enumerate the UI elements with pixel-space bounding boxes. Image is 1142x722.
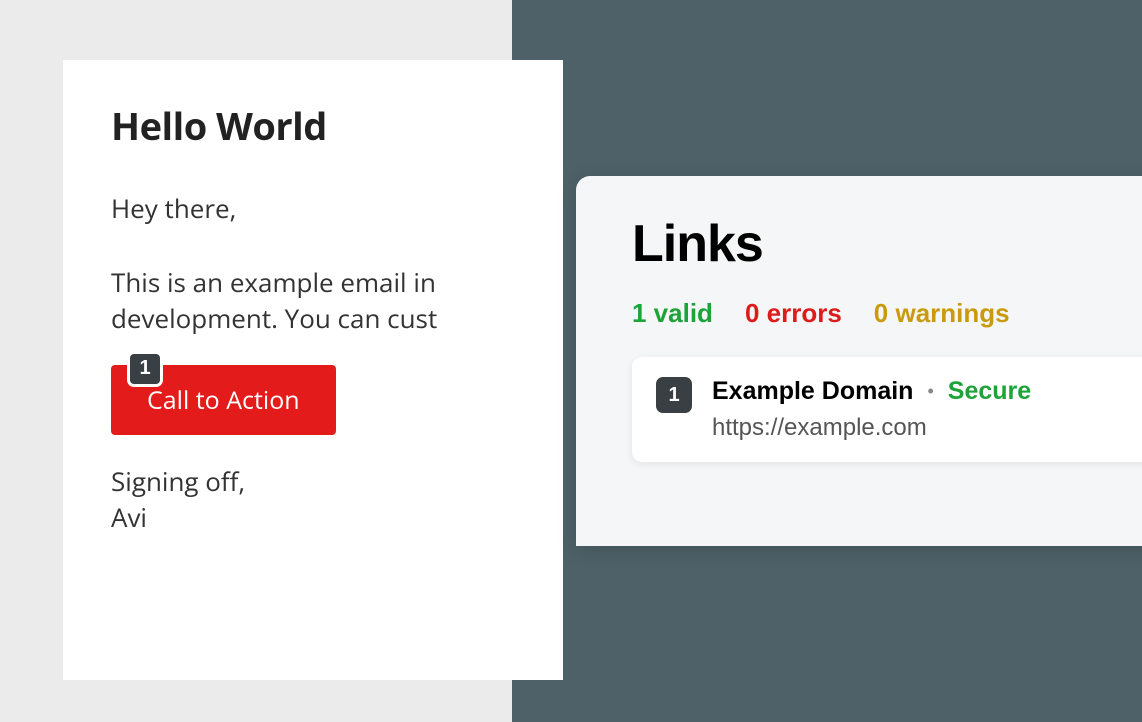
- link-domain-name: Example Domain: [712, 377, 913, 406]
- signoff-line2: Avi: [111, 499, 147, 535]
- email-preview-card: Hello World Hey there, This is an exampl…: [63, 60, 563, 680]
- links-stats: 1 valid 0 errors 0 warnings: [632, 298, 1142, 329]
- links-panel: Links 1 valid 0 errors 0 warnings 1 Exam…: [576, 176, 1142, 546]
- email-body-line1: This is an example email in: [111, 264, 436, 300]
- separator-dot: •: [927, 381, 933, 402]
- link-item-info: Example Domain • Secure https://example.…: [712, 377, 1031, 442]
- signoff-line1: Signing off,: [111, 463, 245, 499]
- link-item-header: Example Domain • Secure: [712, 377, 1031, 406]
- errors-count: 0 errors: [745, 298, 842, 329]
- link-number-badge[interactable]: 1: [127, 351, 163, 387]
- email-signoff: Signing off, Avi: [111, 463, 515, 536]
- valid-count: 1 valid: [632, 298, 713, 329]
- link-url: https://example.com: [712, 414, 1031, 442]
- email-greeting: Hey there,: [111, 190, 515, 226]
- link-item[interactable]: 1 Example Domain • Secure https://exampl…: [632, 357, 1142, 462]
- email-title: Hello World: [111, 100, 515, 152]
- email-body-line2: development. You can cust: [111, 300, 437, 336]
- links-panel-title: Links: [632, 214, 1142, 274]
- warnings-count: 0 warnings: [874, 298, 1010, 329]
- link-security-status: Secure: [948, 377, 1031, 406]
- email-body: This is an example email in development.…: [111, 264, 515, 337]
- cta-wrapper: Call to Action 1: [111, 365, 336, 435]
- link-item-badge: 1: [656, 377, 692, 413]
